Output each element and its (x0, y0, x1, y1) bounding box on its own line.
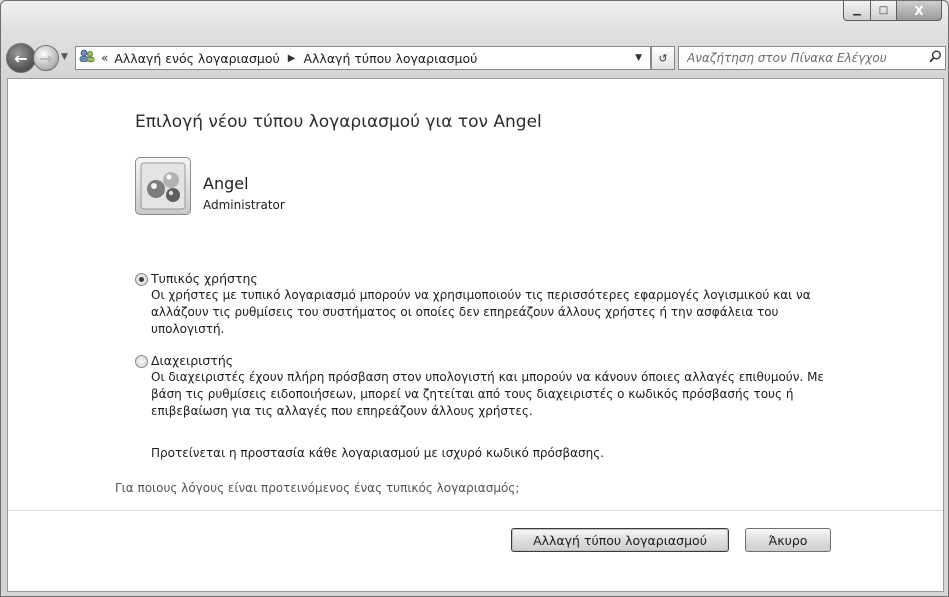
password-recommendation: Προτείνεται η προστασία κάθε λογαριασμού… (151, 446, 605, 460)
navigation-bar: ← → ▼ « Αλλαγή ενός λογαριασμού ▶ Αλλαγή… (1, 41, 948, 75)
maximize-button[interactable]: □ (871, 1, 897, 21)
user-avatar (135, 157, 191, 215)
search-input[interactable] (685, 50, 925, 66)
forward-button[interactable]: → (33, 45, 59, 71)
user-name: Angel (203, 174, 249, 193)
breadcrumb-change-account-type[interactable]: Αλλαγή τύπου λογαριασμού (303, 51, 477, 66)
address-bar[interactable]: « Αλλαγή ενός λογαριασμού ▶ Αλλαγή τύπου… (75, 46, 651, 70)
back-button[interactable]: ← (6, 43, 36, 73)
why-standard-account-link[interactable]: Για ποιους λόγους είναι προτεινόμενος έν… (115, 481, 519, 495)
administrator-radio[interactable] (135, 355, 148, 368)
close-button[interactable]: X (897, 1, 942, 21)
search-box[interactable] (678, 46, 946, 70)
breadcrumb-separator-icon[interactable]: ▶ (288, 53, 296, 64)
administrator-description: Οι διαχειριστές έχουν πλήρη πρόσβαση στο… (151, 370, 824, 418)
administrator-label[interactable]: Διαχειριστής (151, 353, 233, 368)
caption-buttons: ▁ □ X (843, 1, 942, 21)
standard-user-description: Οι χρήστες με τυπικό λογαριασμό μπορούν … (151, 288, 811, 336)
user-picture-icon (140, 162, 186, 210)
recent-pages-dropdown-icon[interactable]: ▼ (61, 52, 68, 62)
content-pane: Επιλογή νέου τύπου λογαριασμού για τον A… (7, 78, 944, 592)
page-title: Επιλογή νέου τύπου λογαριασμού για τον A… (135, 112, 542, 132)
control-panel-window: ▁ □ X ← → ▼ « Αλλαγή ενός λογαριασμού ▶ … (0, 0, 949, 597)
refresh-button[interactable]: ↺ (651, 46, 675, 70)
breadcrumb-change-account[interactable]: Αλλαγή ενός λογαριασμού (114, 51, 279, 66)
address-dropdown-icon[interactable]: ▼ (635, 53, 642, 63)
cancel-button[interactable]: Άκυρο (745, 528, 831, 552)
user-role: Administrator (203, 198, 285, 212)
search-icon[interactable] (925, 50, 945, 67)
change-account-type-button[interactable]: Αλλαγή τύπου λογαριασμού (511, 528, 729, 552)
users-icon (79, 49, 97, 67)
divider (8, 510, 943, 511)
minimize-button[interactable]: ▁ (843, 1, 871, 21)
standard-user-label[interactable]: Τυπικός χρήστης (151, 271, 258, 286)
breadcrumb-overflow-icon[interactable]: « (101, 51, 108, 65)
standard-user-radio[interactable] (135, 273, 148, 286)
